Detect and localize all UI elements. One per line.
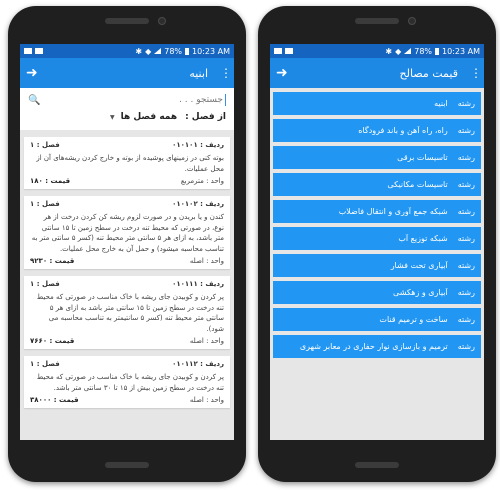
list-item-prefix: رشته bbox=[457, 153, 475, 162]
card-price: قیمت : ۷۶۶۰ bbox=[30, 337, 75, 345]
signal-icon bbox=[154, 48, 162, 54]
battery-icon bbox=[185, 47, 190, 55]
list-item[interactable]: رشته آبیاری و زهکشی bbox=[273, 281, 481, 304]
bluetooth-icon: ✱ bbox=[135, 46, 143, 56]
wifi-icon: ◆ bbox=[395, 46, 402, 56]
card-chapter: فصل : ۱ bbox=[30, 200, 60, 208]
list-item-label: راه، راه آهن و باند فرودگاه bbox=[358, 126, 448, 135]
battery-percent: 78% bbox=[414, 46, 433, 56]
card-description: بوته کنی در زمینهای پوشیده از بوته و خار… bbox=[36, 154, 224, 173]
card-price: قیمت : ۳۸۰۰۰ bbox=[30, 396, 79, 404]
card-chapter: فصل : ۱ bbox=[30, 141, 60, 149]
card-description: پر کردن و کوبیدن جای ریشه با خاک مناسب د… bbox=[36, 373, 224, 392]
list-item-label: ساخت و ترمیم قنات bbox=[379, 315, 448, 324]
list-item-prefix: رشته bbox=[457, 99, 475, 108]
list-item-prefix: رشته bbox=[457, 234, 475, 243]
list-item[interactable]: رشته آبیاری تحت فشار bbox=[273, 254, 481, 277]
bluetooth-icon: ✱ bbox=[385, 46, 393, 56]
season-label: از فصل : bbox=[185, 112, 226, 122]
card-price: قیمت : ۱۸۰ bbox=[30, 177, 71, 185]
card-row-code: ردیف : ۰۱۰۱۱۲ bbox=[172, 360, 224, 368]
list-item[interactable]: رشته تاسیسات مکانیکی bbox=[273, 173, 481, 196]
bottom-speaker-grille bbox=[355, 462, 399, 468]
front-camera bbox=[408, 17, 416, 25]
filter-panel: 🔍 از فصل : همه فصل ها ▼ bbox=[20, 88, 234, 130]
category-list: رشته ابنیه رشته راه، راه آهن و باند فرودگا… bbox=[270, 88, 484, 366]
screen-left: ✱ ◆ 78% 10:23 AM ➜ ابنیه ⋮ 🔍 از فصل : هم… bbox=[20, 44, 234, 440]
dropdown-caret-icon[interactable]: ▼ bbox=[110, 114, 115, 121]
battery-icon bbox=[435, 47, 440, 55]
front-camera bbox=[158, 17, 166, 25]
card-row-code: ردیف : ۰۱۰۱۱۱ bbox=[172, 280, 224, 288]
battery-percent: 78% bbox=[164, 46, 183, 56]
card-description: پر کردن و کوبیدن جای ریشه با خاک مناسب د… bbox=[36, 293, 224, 333]
bottom-speaker-grille bbox=[105, 462, 149, 468]
message-icon bbox=[285, 48, 293, 54]
card-unit: واحد : مترمربع bbox=[180, 177, 224, 185]
back-arrow-icon[interactable]: ➜ bbox=[26, 65, 46, 81]
list-item-prefix: رشته bbox=[457, 207, 475, 216]
list-item-prefix: رشته bbox=[457, 315, 475, 324]
list-item-label: ترمیم و بازسازی نوار حفاری در معابر شهری bbox=[299, 342, 448, 351]
list-item-label: آبیاری و زهکشی bbox=[393, 288, 448, 297]
item-card[interactable]: ردیف : ۰۱۰۱۰۱ فصل : ۱ بوته کنی در زمینها… bbox=[24, 137, 230, 189]
page-title: قیمت مصالح bbox=[399, 66, 458, 80]
phone-frame-right: ✱ ◆ 78% 10:23 AM ➜ قیمت مصالح ⋮ رشته ابنی… bbox=[258, 6, 496, 482]
card-unit: واحد : اصله bbox=[189, 257, 224, 265]
item-card[interactable]: ردیف : ۰۱۰۱۱۱ فصل : ۱ پر کردن و کوبیدن ج… bbox=[24, 276, 230, 349]
list-item[interactable]: رشته شبکه جمع آوری و انتقال فاضلاب bbox=[273, 200, 481, 223]
status-bar: ✱ ◆ 78% 10:23 AM bbox=[20, 44, 234, 58]
search-input[interactable] bbox=[42, 94, 226, 106]
list-item-label: ابنیه bbox=[434, 99, 448, 108]
card-row-code: ردیف : ۰۱۰۱۰۱ bbox=[172, 141, 224, 149]
list-item-label: آبیاری تحت فشار bbox=[390, 261, 448, 270]
list-item-label: تاسیسات مکانیکی bbox=[387, 180, 448, 189]
card-row-code: ردیف : ۰۱۰۱۰۲ bbox=[172, 200, 224, 208]
card-chapter: فصل : ۱ bbox=[30, 280, 60, 288]
signal-icon bbox=[404, 48, 412, 54]
card-description: کندن و یا بریدن و در صورت لزوم ریشه کن ک… bbox=[31, 213, 224, 253]
list-item[interactable]: رشته ساخت و ترمیم قنات bbox=[273, 308, 481, 331]
list-item-prefix: رشته bbox=[457, 180, 475, 189]
list-item-prefix: رشته bbox=[457, 261, 475, 270]
wifi-icon: ◆ bbox=[145, 46, 152, 56]
overflow-menu-icon[interactable]: ⋮ bbox=[220, 67, 232, 79]
list-item[interactable]: رشته تاسیسات برقی bbox=[273, 146, 481, 169]
card-price: قیمت : ۹۲۳۰ bbox=[30, 257, 75, 265]
season-select[interactable]: همه فصل ها bbox=[121, 112, 177, 122]
clock: 10:23 AM bbox=[192, 46, 230, 56]
overflow-menu-icon[interactable]: ⋮ bbox=[470, 67, 482, 79]
list-item-label: شبکه توزیع آب bbox=[398, 234, 448, 243]
list-item-prefix: رشته bbox=[457, 288, 475, 297]
list-item-label: تاسیسات برقی bbox=[397, 153, 448, 162]
list-item[interactable]: رشته راه، راه آهن و باند فرودگاه bbox=[273, 119, 481, 142]
card-unit: واحد : اصله bbox=[189, 337, 224, 345]
back-arrow-icon[interactable]: ➜ bbox=[276, 65, 296, 81]
notification-icon bbox=[274, 48, 282, 54]
phone-frame-left: ✱ ◆ 78% 10:23 AM ➜ ابنیه ⋮ 🔍 از فصل : هم… bbox=[8, 6, 246, 482]
list-item-label: شبکه جمع آوری و انتقال فاضلاب bbox=[338, 207, 448, 216]
status-bar: ✱ ◆ 78% 10:23 AM bbox=[270, 44, 484, 58]
clock: 10:23 AM bbox=[442, 46, 480, 56]
list-item-prefix: رشته bbox=[457, 126, 475, 135]
speaker-grille bbox=[105, 18, 149, 24]
app-bar: ➜ ابنیه ⋮ bbox=[20, 58, 234, 88]
message-icon bbox=[35, 48, 43, 54]
item-card[interactable]: ردیف : ۰۱۰۱۰۲ فصل : ۱ کندن و یا بریدن و … bbox=[24, 196, 230, 269]
list-item[interactable]: رشته شبکه توزیع آب bbox=[273, 227, 481, 250]
list-item[interactable]: رشته ترمیم و بازسازی نوار حفاری در معابر … bbox=[273, 335, 481, 358]
list-item-prefix: رشته bbox=[457, 342, 475, 351]
card-unit: واحد : اصله bbox=[189, 396, 224, 404]
card-chapter: فصل : ۱ bbox=[30, 360, 60, 368]
notification-icon bbox=[24, 48, 32, 54]
screen-right: ✱ ◆ 78% 10:23 AM ➜ قیمت مصالح ⋮ رشته ابنی… bbox=[270, 44, 484, 440]
page-title: ابنیه bbox=[189, 66, 208, 80]
list-item[interactable]: رشته ابنیه bbox=[273, 92, 481, 115]
item-card[interactable]: ردیف : ۰۱۰۱۱۲ فصل : ۱ پر کردن و کوبیدن ج… bbox=[24, 356, 230, 408]
speaker-grille bbox=[355, 18, 399, 24]
search-icon[interactable]: 🔍 bbox=[28, 95, 42, 106]
app-bar: ➜ قیمت مصالح ⋮ bbox=[270, 58, 484, 88]
